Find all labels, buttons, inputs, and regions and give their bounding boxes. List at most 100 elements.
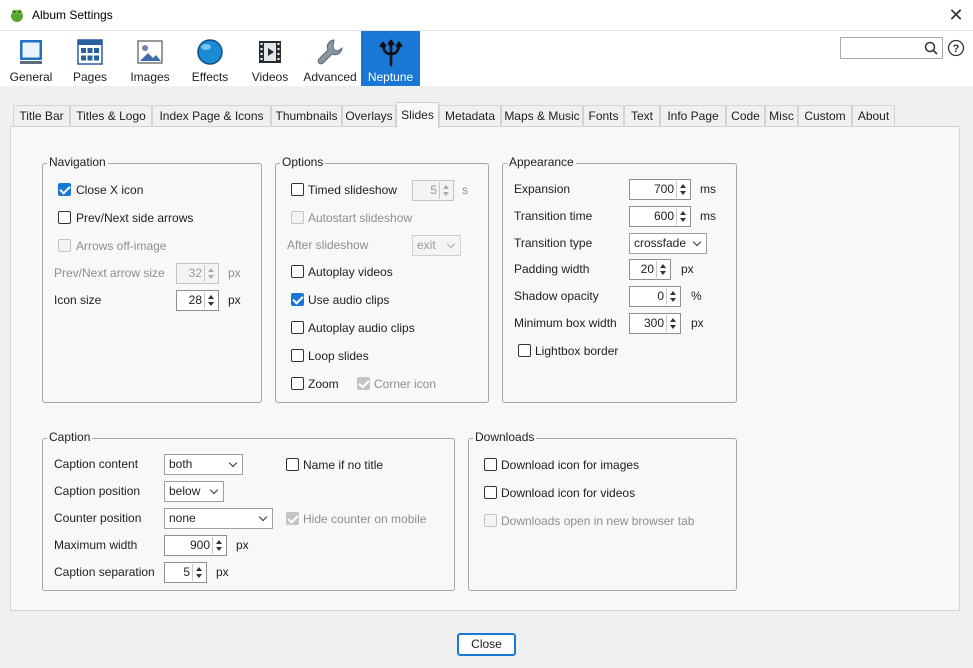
trident-icon <box>379 39 402 67</box>
tab-title-bar[interactable]: Title Bar <box>13 105 70 127</box>
download-images-checkbox[interactable] <box>484 458 497 471</box>
tab-misc[interactable]: Misc <box>765 105 798 127</box>
tab-overlays[interactable]: Overlays <box>342 105 396 127</box>
toolbar-label: Advanced <box>303 70 357 84</box>
sphere-icon <box>197 39 223 65</box>
group-title: Caption <box>47 430 93 444</box>
field-label: Icon size <box>54 293 102 307</box>
checkbox-label: Download icon for images <box>501 458 640 472</box>
tab-thumbnails[interactable]: Thumbnails <box>271 105 342 127</box>
field-label: Minimum box width <box>514 316 617 330</box>
tab-text[interactable]: Text <box>624 105 660 127</box>
group-title: Options <box>280 155 326 169</box>
tab-fonts[interactable]: Fonts <box>583 105 624 127</box>
toolbar-videos-button[interactable]: Videos <box>242 31 298 86</box>
search-icon[interactable] <box>924 41 938 55</box>
checkbox-label: Name if no title <box>303 458 384 472</box>
help-icon[interactable]: ? <box>947 39 965 57</box>
transition-type-select[interactable]: crossfade <box>629 233 707 254</box>
shadow-opacity-stepper[interactable]: 0 <box>629 286 681 307</box>
field-label: Caption content <box>54 457 139 471</box>
tab-metadata[interactable]: Metadata <box>439 105 501 127</box>
tab-about[interactable]: About <box>852 105 895 127</box>
checkbox-label: Autostart slideshow <box>308 211 413 225</box>
options-group: Options Timed slideshow 5 s Autostart sl… <box>275 155 489 403</box>
expansion-stepper[interactable]: 700 <box>629 179 691 200</box>
unit-label: ms <box>700 209 716 223</box>
max-width-stepper[interactable]: 900 <box>164 535 227 556</box>
stepper-arrows[interactable] <box>666 288 679 305</box>
stepper-arrows[interactable] <box>212 537 225 554</box>
toolbar-advanced-button[interactable]: Advanced <box>301 31 359 86</box>
zoom-checkbox[interactable] <box>291 377 304 390</box>
stepper-value: 600 <box>653 209 674 223</box>
stepper-arrows[interactable] <box>204 292 217 309</box>
hide-counter-checkbox[interactable] <box>286 512 299 525</box>
loop-slides-checkbox[interactable] <box>291 349 304 362</box>
caption-position-select[interactable]: below <box>164 481 224 502</box>
toolbar-images-button[interactable]: Images <box>122 31 178 86</box>
close-x-checkbox[interactable] <box>58 183 71 196</box>
stepper-arrows[interactable] <box>439 182 452 199</box>
toolbar-neptune-button[interactable]: Neptune <box>361 31 420 86</box>
tab-maps-music[interactable]: Maps & Music <box>501 105 583 127</box>
unit-label: px <box>228 266 241 280</box>
arrow-size-stepper[interactable]: 32 <box>176 263 219 284</box>
downloads-group: Downloads Download icon for images Downl… <box>468 430 737 591</box>
field-label: Padding width <box>514 262 590 276</box>
checkbox-label: Lightbox border <box>535 344 619 358</box>
stepper-arrows[interactable] <box>666 315 679 332</box>
close-button[interactable]: Close <box>457 633 516 656</box>
tab-code[interactable]: Code <box>726 105 765 127</box>
checkbox-label: Arrows off-image <box>76 239 167 253</box>
transition-time-stepper[interactable]: 600 <box>629 206 691 227</box>
slideshow-seconds-stepper[interactable]: 5 <box>412 180 454 201</box>
appearance-group: Appearance Expansion 700 ms Transition t… <box>502 155 737 403</box>
stepper-arrows[interactable] <box>204 265 217 282</box>
stepper-arrows[interactable] <box>192 564 205 581</box>
padding-width-stepper[interactable]: 20 <box>629 259 671 280</box>
select-value: exit <box>417 238 436 252</box>
unit-label: ms <box>700 182 716 196</box>
toolbar-general-button[interactable]: General <box>3 31 59 86</box>
stepper-value: 0 <box>657 289 664 303</box>
side-arrows-checkbox[interactable] <box>58 211 71 224</box>
stepper-arrows[interactable] <box>676 181 689 198</box>
toolbar-label: Effects <box>191 70 229 84</box>
download-videos-checkbox[interactable] <box>484 486 497 499</box>
after-slideshow-select[interactable]: exit <box>412 235 461 256</box>
tab-titles-logo[interactable]: Titles & Logo <box>70 105 152 127</box>
icon-size-stepper[interactable]: 28 <box>176 290 219 311</box>
downloads-new-tab-checkbox[interactable] <box>484 514 497 527</box>
select-value: crossfade <box>634 236 687 250</box>
caption-content-select[interactable]: both <box>164 454 243 475</box>
name-if-no-title-checkbox[interactable] <box>286 458 299 471</box>
tab-index-page-icons[interactable]: Index Page & Icons <box>152 105 271 127</box>
tab-custom[interactable]: Custom <box>798 105 852 127</box>
search-input[interactable] <box>840 37 943 59</box>
tab-info-page[interactable]: Info Page <box>660 105 726 127</box>
navigation-group: Navigation Close X icon Prev/Next side a… <box>42 155 262 403</box>
timed-slideshow-checkbox[interactable] <box>291 183 304 196</box>
chevron-down-icon <box>692 237 702 247</box>
tab-slides[interactable]: Slides <box>396 102 439 128</box>
toolbar-label: Images <box>130 70 170 84</box>
close-icon[interactable]: ✕ <box>944 4 968 26</box>
toolbar-pages-button[interactable]: Pages <box>62 31 118 86</box>
min-box-width-stepper[interactable]: 300 <box>629 313 681 334</box>
autoplay-videos-checkbox[interactable] <box>291 265 304 278</box>
counter-position-select[interactable]: none <box>164 508 273 529</box>
stepper-arrows[interactable] <box>676 208 689 225</box>
toolbar-effects-button[interactable]: Effects <box>182 31 238 86</box>
checkbox-label: Downloads open in new browser tab <box>501 514 695 528</box>
corner-icon-checkbox[interactable] <box>357 377 370 390</box>
use-audio-clips-checkbox[interactable] <box>291 293 304 306</box>
caption-separation-stepper[interactable]: 5 <box>164 562 207 583</box>
autostart-checkbox[interactable] <box>291 211 304 224</box>
lightbox-border-checkbox[interactable] <box>518 344 531 357</box>
autoplay-audio-checkbox[interactable] <box>291 321 304 334</box>
stepper-arrows[interactable] <box>656 261 669 278</box>
arrows-off-image-checkbox[interactable] <box>58 239 71 252</box>
field-label: Transition type <box>514 236 593 250</box>
checkbox-label: Prev/Next side arrows <box>76 211 194 225</box>
